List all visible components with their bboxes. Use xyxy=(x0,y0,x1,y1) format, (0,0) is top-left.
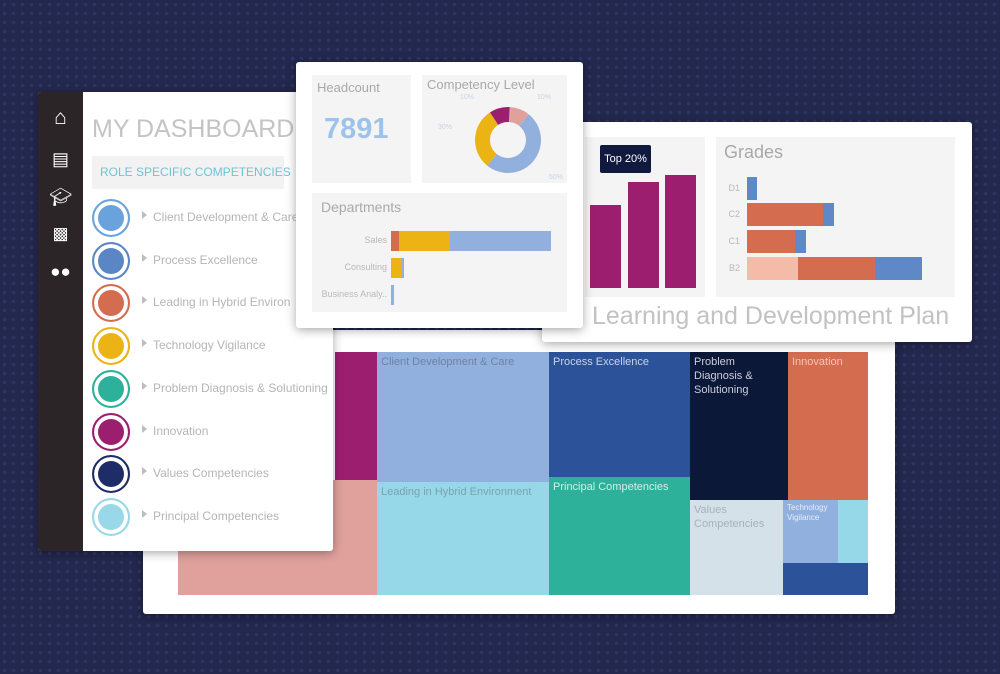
headcount-title: Headcount xyxy=(317,80,380,95)
performance-bar[interactable] xyxy=(665,175,696,288)
axis-label: Consulting xyxy=(344,262,387,272)
treemap-cell-label: Leading in Hybrid Environment xyxy=(381,486,532,498)
bar-segment[interactable] xyxy=(795,230,806,253)
my-dashboard-panel: ⌂ ▤ 🎓︎ ▩ ●● MY DASHBOARD ROLE SPECIFIC C… xyxy=(38,92,333,551)
bar-segment[interactable] xyxy=(450,231,551,251)
headcount-value: 7891 xyxy=(324,113,389,145)
top-20-tooltip: Top 20% xyxy=(600,145,651,173)
treemap-cell[interactable]: Client Development & Care xyxy=(377,352,549,482)
ldp-title: Learning and Development Plan xyxy=(592,302,950,330)
donut-label: 10% xyxy=(460,94,474,101)
bar-segment[interactable] xyxy=(402,258,404,278)
donut-label: 50% xyxy=(549,174,563,181)
treemap-cell[interactable]: Process Excellence xyxy=(549,352,690,477)
departments-box: Departments Sales Consulting Business Anal… xyxy=(312,193,567,312)
competency-item[interactable]: Values Competencies xyxy=(92,455,332,494)
competency-item[interactable]: Technology Vigilance xyxy=(92,327,332,366)
bar-segment[interactable] xyxy=(798,257,875,280)
bar-segment[interactable] xyxy=(747,177,757,200)
competency-color-circle xyxy=(92,369,130,408)
page-title: MY DASHBOARD xyxy=(92,115,295,143)
chevron-right-icon xyxy=(142,253,147,262)
treemap-cell[interactable]: Principal Competencies xyxy=(549,477,690,595)
competency-label: Technology Vigilance xyxy=(153,338,266,353)
axis-label: D1 xyxy=(728,182,740,193)
bar-segment[interactable] xyxy=(747,257,798,280)
treemap-cell[interactable]: Technology Vigilance xyxy=(783,500,838,563)
bar-segment[interactable] xyxy=(823,203,834,226)
competency-label: Innovation xyxy=(153,423,209,438)
treemap-cell-label: Values Competencies xyxy=(694,504,765,530)
chevron-right-icon xyxy=(142,381,147,390)
competency-item[interactable]: Problem Diagnosis & Solutioning xyxy=(92,369,332,408)
performance-bar[interactable] xyxy=(590,205,621,288)
chevron-right-icon xyxy=(142,424,147,433)
grades-box: Grades D1 C2 C1 B2 xyxy=(716,137,955,297)
treemap-cell[interactable] xyxy=(335,352,377,480)
competency-color-circle xyxy=(92,412,130,451)
competency-label: Leading in Hybrid Environ xyxy=(153,295,291,310)
top-performers-box: Top 20% xyxy=(585,137,705,297)
treemap-cell[interactable] xyxy=(783,563,868,595)
treemap-cell-label: Principal Competencies xyxy=(553,481,669,493)
competency-label: Values Competencies xyxy=(153,466,269,481)
bar-segment[interactable] xyxy=(391,258,402,278)
performance-bar[interactable] xyxy=(627,182,659,288)
competency-label: Process Excellence xyxy=(153,252,258,267)
graduation-cap-icon[interactable]: 🎓︎ xyxy=(38,183,83,211)
team-icon[interactable]: ●● xyxy=(38,258,83,286)
bar-segment[interactable] xyxy=(391,285,394,305)
headcount-box: Headcount 7891 xyxy=(312,75,411,183)
competency-label: Problem Diagnosis & Solutioning xyxy=(153,380,328,395)
chevron-right-icon xyxy=(142,467,147,476)
bar-chart-icon[interactable]: ▩ xyxy=(38,220,83,248)
competency-color-circle xyxy=(92,327,130,366)
treemap-cell-label: Process Excellence xyxy=(553,356,649,368)
chevron-right-icon xyxy=(142,296,147,305)
overview-panel: Headcount 7891 Competency Level 10% 50% 30… xyxy=(296,62,583,328)
competency-color-circle xyxy=(92,497,130,536)
contact-card-icon[interactable]: ▤ xyxy=(38,145,83,173)
competency-donut: 10% 50% 30% 10% xyxy=(438,94,563,181)
axis-label: B2 xyxy=(728,262,740,273)
competency-item[interactable]: Principal Competencies xyxy=(92,497,332,536)
treemap-cell[interactable] xyxy=(838,500,868,563)
axis-label: Sales xyxy=(364,235,387,245)
treemap-cell[interactable]: Values Competencies xyxy=(690,500,783,595)
donut-label: 30% xyxy=(438,124,452,131)
learning-development-panel: Top 20% Grades D1 C2 C1 B2 Learning and Dev… xyxy=(542,122,972,342)
competency-item[interactable]: Innovation xyxy=(92,412,332,451)
bar-segment[interactable] xyxy=(875,257,922,280)
treemap-cell[interactable]: Leading in Hybrid Environment xyxy=(377,482,549,595)
section-header: ROLE SPECIFIC COMPETENCIES xyxy=(92,156,291,189)
axis-label: C2 xyxy=(728,208,740,219)
chevron-right-icon xyxy=(142,509,147,518)
competency-color-circle xyxy=(92,455,130,494)
chevron-right-icon xyxy=(142,211,147,219)
treemap-cell-label: Technology Vigilance xyxy=(787,503,828,522)
bar-segment[interactable] xyxy=(391,231,399,251)
axis-label: Business Analy.. xyxy=(321,289,387,299)
axis-label: C1 xyxy=(728,235,740,246)
treemap-cell-label: Problem Diagnosis & Solutioning xyxy=(694,356,753,396)
competency-label: Client Development & Care xyxy=(153,210,299,224)
competency-color-circle xyxy=(92,199,130,237)
treemap-cell[interactable]: Innovation xyxy=(788,352,868,500)
donut-label: 10% xyxy=(537,94,551,101)
treemap-cell-label: Innovation xyxy=(792,356,843,368)
bar-segment[interactable] xyxy=(399,231,450,251)
treemap-cell[interactable]: Problem Diagnosis & Solutioning xyxy=(690,352,788,500)
home-icon[interactable]: ⌂ xyxy=(38,104,83,132)
bar-segment[interactable] xyxy=(747,203,823,226)
competency-color-circle xyxy=(92,241,130,280)
chevron-right-icon xyxy=(142,339,147,348)
competency-label: Principal Competencies xyxy=(153,508,280,523)
competency-color-circle xyxy=(92,284,130,323)
bar-segment[interactable] xyxy=(747,230,795,253)
treemap-cell-label: Client Development & Care xyxy=(381,356,515,368)
competency-level-box: Competency Level 10% 50% 30% 10% xyxy=(422,75,567,183)
